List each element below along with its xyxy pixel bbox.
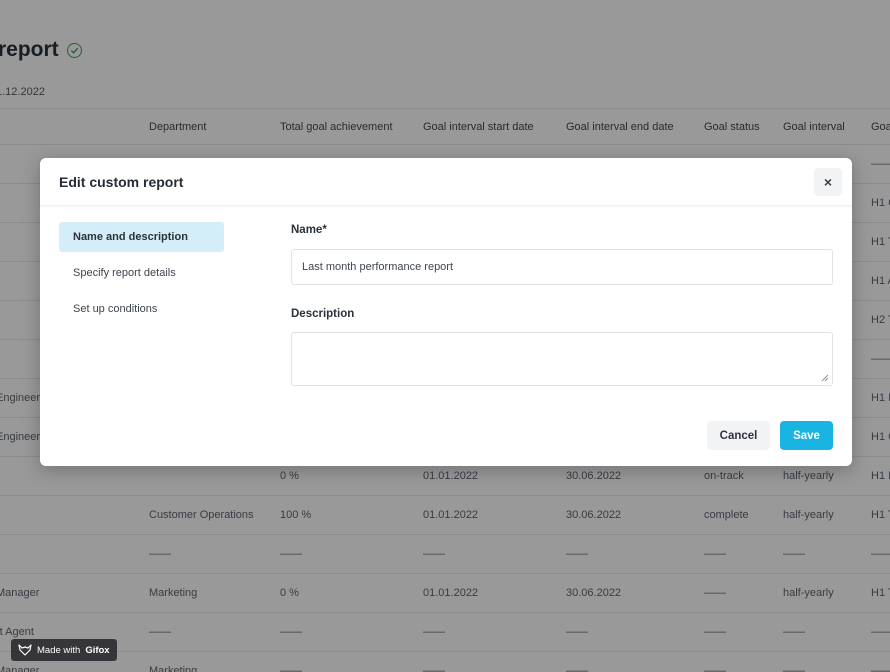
- description-textarea[interactable]: [291, 332, 833, 386]
- dialog-steps-nav: Name and description Specify report deta…: [59, 222, 224, 330]
- dialog-title: Edit custom report: [59, 174, 184, 190]
- name-input[interactable]: Last month performance report: [291, 249, 833, 285]
- fox-logo-icon: [18, 644, 32, 656]
- nav-item-conditions[interactable]: Set up conditions: [59, 294, 224, 324]
- edit-report-dialog: Edit custom report × Name and descriptio…: [40, 158, 852, 466]
- save-button[interactable]: Save: [780, 421, 833, 450]
- description-label: Description: [291, 308, 355, 320]
- watermark-prefix: Made with: [37, 644, 81, 656]
- watermark-brand: Gifox: [85, 644, 110, 656]
- cancel-button[interactable]: Cancel: [707, 421, 770, 450]
- close-icon: ×: [823, 174, 833, 190]
- resize-grip-icon[interactable]: [821, 374, 829, 382]
- close-button[interactable]: ×: [814, 168, 842, 196]
- dialog-header: Edit custom report ×: [40, 158, 852, 206]
- nav-item-report-details[interactable]: Specify report details: [59, 258, 224, 288]
- gifox-watermark: Made with Gifox: [11, 639, 117, 661]
- nav-item-name-description[interactable]: Name and description: [59, 222, 224, 252]
- name-input-value: Last month performance report: [302, 261, 454, 273]
- name-label: Name*: [291, 224, 327, 236]
